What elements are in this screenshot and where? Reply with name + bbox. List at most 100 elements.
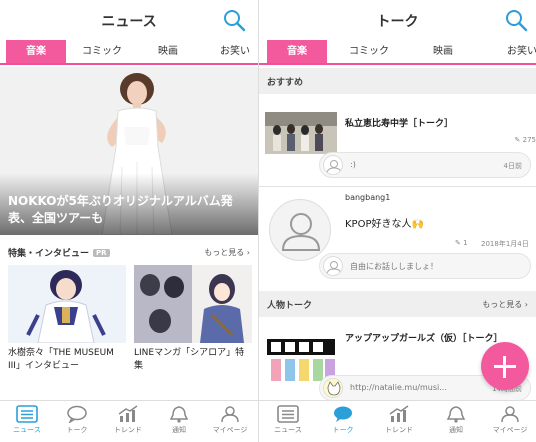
more-link[interactable]: もっと見る › — [482, 299, 528, 310]
avatar — [323, 256, 343, 276]
tabbar-talk[interactable]: トーク — [52, 403, 102, 441]
tabbar-notify[interactable]: 通知 — [154, 403, 204, 441]
features-section-header: 特集・インタビュー PR もっと見る › — [0, 239, 258, 265]
news-screen: ニュース 音楽 コミック 映画 お笑い NOKKOが5年ぶりオリジナルアルバム発… — [0, 0, 258, 442]
talk-room[interactable]: 私立恵比寿中学［トーク］ ✎ 275 :) 4日前 — [259, 96, 536, 186]
tab-comic[interactable]: コミック — [337, 40, 401, 63]
tabbar-label: トーク — [332, 426, 354, 434]
news-header: ニュース — [0, 0, 258, 40]
category-tabs: 音楽 コミック 映画 お笑い — [0, 40, 258, 65]
section-title: 特集・インタビュー PR — [8, 246, 110, 259]
tab-music[interactable]: 音楽 — [6, 40, 66, 63]
tabbar-trend[interactable]: トレンド — [103, 403, 153, 441]
tabbar-label: マイページ — [492, 426, 528, 434]
avatar — [323, 378, 343, 398]
talk-icon — [67, 405, 87, 423]
user-avatar-icon — [326, 261, 342, 275]
avatar — [269, 199, 331, 261]
room-owner: bangbang1 — [345, 193, 391, 202]
feature-caption: 水樹奈々「THE MUSEUM III」インタビュー — [8, 348, 114, 371]
avatar — [323, 155, 343, 175]
cat-avatar-icon — [324, 379, 342, 397]
more-link-label: もっと見る — [204, 248, 245, 257]
tab-comedy[interactable]: お笑い — [206, 40, 258, 63]
talk-icon — [334, 406, 352, 422]
tabbar-news[interactable]: ニュース — [2, 403, 52, 441]
section-title: おすすめ — [267, 78, 304, 88]
manga-photo — [134, 265, 252, 343]
room-name: KPOP好きな人🙌 — [345, 219, 424, 230]
page-title: ニュース — [101, 14, 157, 30]
section-title: 人物トーク — [267, 301, 313, 311]
news-icon — [277, 405, 299, 423]
room-name: 私立恵比寿中学［トーク］ — [345, 119, 454, 129]
last-message: http://natalie.mu/musi... — [350, 383, 447, 392]
tab-comic[interactable]: コミック — [72, 40, 132, 63]
create-talk-button[interactable] — [481, 342, 529, 390]
room-date: 2018年1月4日 — [481, 240, 529, 248]
bell-icon — [446, 406, 466, 423]
bell-icon — [169, 406, 189, 423]
trend-icon — [389, 405, 409, 422]
feature-card[interactable]: 水樹奈々「THE MUSEUM III」インタビュー — [8, 265, 126, 373]
comment-count: ✎ 1 — [455, 239, 468, 247]
tab-movie[interactable]: 映画 — [138, 40, 198, 63]
category-tabs: 音楽 コミック 映画 お笑い — [259, 40, 536, 65]
feature-card[interactable]: LINEマンガ「シアロア」特集 — [134, 265, 252, 373]
last-message-bubble[interactable]: 自由にお話ししましょ！ — [319, 253, 531, 279]
tab-music[interactable]: 音楽 — [267, 40, 327, 63]
tabbar-notify[interactable]: 通知 — [431, 403, 481, 441]
tabbar-talk[interactable]: トーク — [318, 403, 368, 441]
feature-image — [8, 265, 126, 343]
news-icon — [16, 405, 38, 423]
tab-movie[interactable]: 映画 — [413, 40, 473, 63]
tabbar-mypage[interactable]: マイページ — [485, 403, 535, 441]
comment-count: ✎ 275 — [515, 136, 536, 144]
comment-icon: ✎ — [514, 136, 521, 144]
chevron-right-icon: › — [524, 300, 528, 309]
search-icon[interactable] — [222, 8, 246, 32]
tabbar-label: トレンド — [385, 426, 413, 434]
feature-image — [134, 265, 252, 343]
room-thumbnail — [265, 112, 337, 154]
bottom-tabbar: ニュース トーク トレンド 通知 マイページ — [0, 400, 258, 442]
talk-screen: トーク 音楽 コミック 映画 お笑い おすすめ 私立恵比寿中学［トーク］ ✎ 2… — [258, 0, 536, 442]
more-link-label: もっと見る — [482, 300, 523, 309]
tabbar-label: マイページ — [212, 426, 248, 434]
search-icon[interactable] — [504, 8, 528, 32]
last-message: :) — [350, 160, 356, 169]
feature-caption: LINEマンガ「シアロア」特集 — [134, 348, 245, 371]
tabbar-label: トレンド — [114, 426, 142, 434]
more-link[interactable]: もっと見る › — [204, 247, 250, 258]
people-talk-header: 人物トーク もっと見る › — [259, 291, 536, 317]
tabbar-trend[interactable]: トレンド — [374, 403, 424, 441]
singer-photo — [8, 265, 126, 343]
talk-header: トーク — [259, 0, 536, 40]
last-message: 自由にお話ししましょ！ — [350, 262, 438, 271]
comment-count-value: 1 — [463, 239, 468, 247]
tab-comedy[interactable]: お笑い — [485, 40, 536, 63]
tabbar-label: ニュース — [274, 426, 302, 434]
page-title: トーク — [376, 14, 419, 30]
message-time: 4日前 — [503, 162, 522, 170]
chevron-right-icon: › — [246, 248, 250, 257]
trend-icon — [118, 405, 138, 422]
user-avatar-icon — [281, 213, 321, 251]
tabbar-label: 通知 — [449, 426, 463, 434]
tabbar-label: 通知 — [172, 426, 186, 434]
comment-count-value: 275 — [522, 136, 536, 144]
user-icon — [221, 406, 239, 423]
talk-room[interactable]: bangbang1 KPOP好きな人🙌 ✎ 1 2018年1月4日 自由にお話し… — [259, 187, 536, 287]
bottom-tabbar: ニュース トーク トレンド 通知 マイページ — [259, 400, 536, 442]
recommended-header: おすすめ — [259, 68, 536, 94]
tabbar-label: ニュース — [13, 426, 41, 434]
hero-article[interactable]: NOKKOが5年ぶりオリジナルアルバム発表、全国ツアーも — [0, 67, 258, 235]
user-icon — [501, 406, 519, 423]
tabbar-label: トーク — [66, 426, 88, 434]
tabbar-mypage[interactable]: マイページ — [205, 403, 255, 441]
section-title-text: 特集・インタビュー — [8, 249, 90, 259]
tabbar-news[interactable]: ニュース — [263, 403, 313, 441]
last-message-bubble[interactable]: :) 4日前 — [319, 152, 531, 178]
pr-badge: PR — [93, 249, 110, 257]
comment-icon: ✎ — [455, 239, 461, 247]
